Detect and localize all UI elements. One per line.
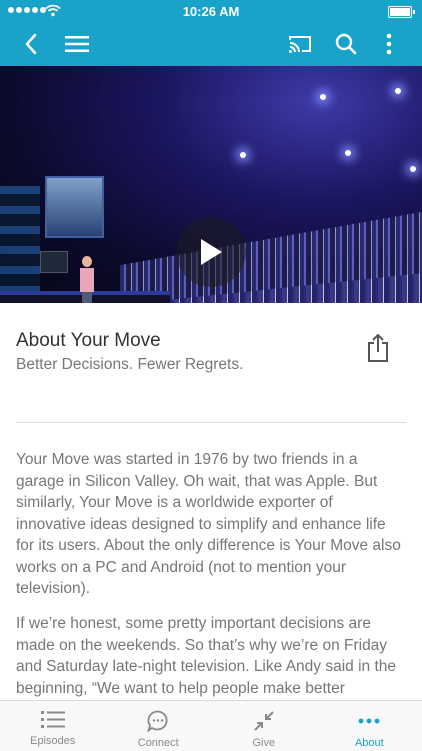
stage-light — [240, 152, 246, 158]
hamburger-icon — [65, 35, 89, 53]
search-icon — [335, 33, 357, 55]
list-icon — [41, 710, 65, 730]
battery-icon — [388, 6, 412, 18]
share-icon — [366, 333, 390, 363]
divider — [16, 422, 406, 423]
chevron-left-icon — [24, 33, 38, 55]
play-button[interactable] — [176, 217, 246, 287]
stage-light — [320, 94, 326, 100]
search-button[interactable] — [330, 22, 362, 66]
tab-connect[interactable]: Connect — [106, 701, 212, 751]
tab-label: Episodes — [30, 735, 75, 747]
stage-monitor — [40, 251, 68, 273]
stage-light — [410, 166, 416, 172]
menu-button[interactable] — [62, 22, 92, 66]
collapse-arrows-icon — [253, 710, 275, 732]
page-subtitle: Better Decisions. Fewer Regrets. — [16, 356, 243, 374]
tab-label: Connect — [138, 737, 179, 749]
more-dots-icon — [357, 710, 381, 732]
about-paragraph: If we’re honest, some pretty important d… — [16, 613, 404, 699]
share-button[interactable] — [366, 333, 394, 365]
stage-panels — [0, 186, 40, 296]
status-time: 10:26 AM — [0, 4, 422, 19]
vertical-dots-icon — [386, 33, 392, 55]
tab-give[interactable]: Give — [211, 701, 317, 751]
stage-light — [395, 88, 401, 94]
tab-about[interactable]: About — [317, 701, 422, 751]
tab-bar: Episodes Connect Give About — [0, 700, 422, 751]
about-paragraph: Your Move was started in 1976 by two fri… — [16, 449, 404, 600]
about-content: About Your Move Better Decisions. Fewer … — [0, 303, 422, 700]
tab-label: Give — [252, 737, 275, 749]
tab-episodes[interactable]: Episodes — [0, 701, 106, 751]
stage-light — [345, 150, 351, 156]
cast-button[interactable] — [284, 22, 316, 66]
toolbar — [0, 22, 422, 66]
cast-icon — [288, 34, 312, 54]
more-options-button[interactable] — [376, 22, 402, 66]
back-button[interactable] — [16, 22, 46, 66]
chat-bubble-icon — [147, 710, 169, 732]
tab-label: About — [355, 737, 384, 749]
page-title: About Your Move — [16, 330, 161, 352]
video-thumbnail[interactable] — [0, 66, 422, 303]
status-bar: 10:26 AM — [0, 0, 422, 22]
stage-screen — [45, 176, 104, 238]
presenter — [80, 256, 94, 303]
play-icon — [198, 237, 224, 267]
